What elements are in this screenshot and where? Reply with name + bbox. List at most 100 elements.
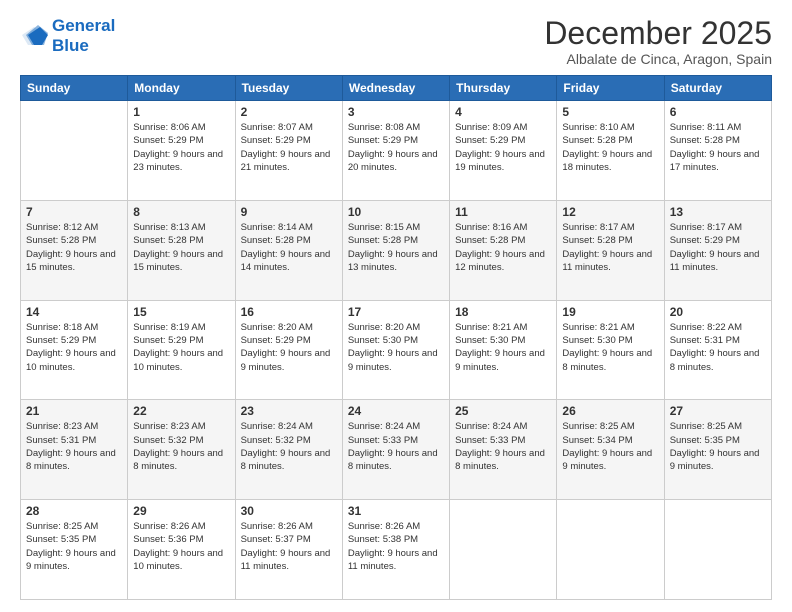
day-number: 17 [348, 305, 444, 319]
day-number: 25 [455, 404, 551, 418]
calendar-cell: 6 Sunrise: 8:11 AM Sunset: 5:28 PM Daylig… [664, 101, 771, 201]
calendar-cell [21, 101, 128, 201]
logo: General Blue [20, 16, 115, 55]
logo-text: General Blue [52, 16, 115, 55]
calendar-cell: 27Sunrise: 8:25 AM Sunset: 5:35 PM Dayli… [664, 400, 771, 500]
day-number: 9 [241, 205, 337, 219]
day-info: Sunrise: 8:24 AM Sunset: 5:33 PM Dayligh… [348, 420, 444, 473]
day-number: 14 [26, 305, 122, 319]
day-info: Sunrise: 8:10 AM Sunset: 5:28 PM Dayligh… [562, 121, 658, 174]
day-info: Sunrise: 8:21 AM Sunset: 5:30 PM Dayligh… [562, 321, 658, 374]
day-number: 26 [562, 404, 658, 418]
calendar-cell: 5Sunrise: 8:10 AM Sunset: 5:28 PM Daylig… [557, 101, 664, 201]
calendar-cell: 3 Sunrise: 8:08 AM Sunset: 5:29 PM Daylig… [342, 101, 449, 201]
day-number: 23 [241, 404, 337, 418]
day-number: 29 [133, 504, 229, 518]
calendar-cell: 20 Sunrise: 8:22 AM Sunset: 5:31 PM Dayli… [664, 300, 771, 400]
calendar-cell: 19 Sunrise: 8:21 AM Sunset: 5:30 PM Dayli… [557, 300, 664, 400]
day-info: Sunrise: 8:08 AM Sunset: 5:29 PM Dayligh… [348, 121, 444, 174]
calendar-cell: 14 Sunrise: 8:18 AM Sunset: 5:29 PM Dayli… [21, 300, 128, 400]
calendar-cell: 7 Sunrise: 8:12 AM Sunset: 5:28 PM Daylig… [21, 200, 128, 300]
calendar-cell: 25 Sunrise: 8:24 AM Sunset: 5:33 PM Dayli… [450, 400, 557, 500]
month-title: December 2025 [544, 16, 772, 51]
calendar-cell: 26 Sunrise: 8:25 AM Sunset: 5:34 PM Dayli… [557, 400, 664, 500]
calendar-cell: 4 Sunrise: 8:09 AM Sunset: 5:29 PM Daylig… [450, 101, 557, 201]
day-number: 27 [670, 404, 766, 418]
day-info: Sunrise: 8:22 AM Sunset: 5:31 PM Dayligh… [670, 321, 766, 374]
calendar-cell: 13 Sunrise: 8:17 AM Sunset: 5:29 PM Dayli… [664, 200, 771, 300]
day-number: 30 [241, 504, 337, 518]
header-sunday: Sunday [21, 76, 128, 101]
day-info: Sunrise: 8:25 AM Sunset: 5:35 PM Dayligh… [26, 520, 122, 573]
day-number: 1 [133, 105, 229, 119]
day-info: Sunrise: 8:11 AM Sunset: 5:28 PM Dayligh… [670, 121, 766, 174]
day-number: 24 [348, 404, 444, 418]
day-number: 10 [348, 205, 444, 219]
day-number: 22 [133, 404, 229, 418]
day-info: Sunrise: 8:12 AM Sunset: 5:28 PM Dayligh… [26, 221, 122, 274]
day-info: Sunrise: 8:17 AM Sunset: 5:28 PM Dayligh… [562, 221, 658, 274]
day-info: Sunrise: 8:24 AM Sunset: 5:33 PM Dayligh… [455, 420, 551, 473]
calendar-cell: 23 Sunrise: 8:24 AM Sunset: 5:32 PM Dayli… [235, 400, 342, 500]
calendar-cell: 15 Sunrise: 8:19 AM Sunset: 5:29 PM Dayli… [128, 300, 235, 400]
day-info: Sunrise: 8:20 AM Sunset: 5:29 PM Dayligh… [241, 321, 337, 374]
week-row-1: 1 Sunrise: 8:06 AM Sunset: 5:29 PM Daylig… [21, 101, 772, 201]
calendar-cell: 12Sunrise: 8:17 AM Sunset: 5:28 PM Dayli… [557, 200, 664, 300]
day-info: Sunrise: 8:23 AM Sunset: 5:31 PM Dayligh… [26, 420, 122, 473]
calendar-cell: 16 Sunrise: 8:20 AM Sunset: 5:29 PM Dayli… [235, 300, 342, 400]
calendar-cell: 31Sunrise: 8:26 AM Sunset: 5:38 PM Dayli… [342, 500, 449, 600]
day-info: Sunrise: 8:06 AM Sunset: 5:29 PM Dayligh… [133, 121, 229, 174]
header-saturday: Saturday [664, 76, 771, 101]
calendar-cell [450, 500, 557, 600]
week-row-2: 7 Sunrise: 8:12 AM Sunset: 5:28 PM Daylig… [21, 200, 772, 300]
day-info: Sunrise: 8:15 AM Sunset: 5:28 PM Dayligh… [348, 221, 444, 274]
day-number: 3 [348, 105, 444, 119]
day-info: Sunrise: 8:25 AM Sunset: 5:34 PM Dayligh… [562, 420, 658, 473]
day-number: 6 [670, 105, 766, 119]
header-wednesday: Wednesday [342, 76, 449, 101]
calendar-cell: 28 Sunrise: 8:25 AM Sunset: 5:35 PM Dayli… [21, 500, 128, 600]
day-number: 4 [455, 105, 551, 119]
day-info: Sunrise: 8:09 AM Sunset: 5:29 PM Dayligh… [455, 121, 551, 174]
calendar-table: Sunday Monday Tuesday Wednesday Thursday… [20, 75, 772, 600]
day-info: Sunrise: 8:21 AM Sunset: 5:30 PM Dayligh… [455, 321, 551, 374]
day-info: Sunrise: 8:26 AM Sunset: 5:38 PM Dayligh… [348, 520, 444, 573]
day-number: 21 [26, 404, 122, 418]
calendar-cell [664, 500, 771, 600]
header-tuesday: Tuesday [235, 76, 342, 101]
day-number: 20 [670, 305, 766, 319]
logo-icon [20, 25, 48, 47]
calendar-cell: 10 Sunrise: 8:15 AM Sunset: 5:28 PM Dayli… [342, 200, 449, 300]
calendar-cell: 11 Sunrise: 8:16 AM Sunset: 5:28 PM Dayli… [450, 200, 557, 300]
day-info: Sunrise: 8:16 AM Sunset: 5:28 PM Dayligh… [455, 221, 551, 274]
day-info: Sunrise: 8:14 AM Sunset: 5:28 PM Dayligh… [241, 221, 337, 274]
day-info: Sunrise: 8:17 AM Sunset: 5:29 PM Dayligh… [670, 221, 766, 274]
week-row-4: 21 Sunrise: 8:23 AM Sunset: 5:31 PM Dayli… [21, 400, 772, 500]
day-number: 2 [241, 105, 337, 119]
day-info: Sunrise: 8:07 AM Sunset: 5:29 PM Dayligh… [241, 121, 337, 174]
weekday-header-row: Sunday Monday Tuesday Wednesday Thursday… [21, 76, 772, 101]
day-number: 7 [26, 205, 122, 219]
day-info: Sunrise: 8:20 AM Sunset: 5:30 PM Dayligh… [348, 321, 444, 374]
calendar-cell: 30 Sunrise: 8:26 AM Sunset: 5:37 PM Dayli… [235, 500, 342, 600]
day-info: Sunrise: 8:23 AM Sunset: 5:32 PM Dayligh… [133, 420, 229, 473]
day-number: 13 [670, 205, 766, 219]
week-row-5: 28 Sunrise: 8:25 AM Sunset: 5:35 PM Dayli… [21, 500, 772, 600]
day-info: Sunrise: 8:19 AM Sunset: 5:29 PM Dayligh… [133, 321, 229, 374]
day-number: 11 [455, 205, 551, 219]
day-info: Sunrise: 8:26 AM Sunset: 5:37 PM Dayligh… [241, 520, 337, 573]
location: Albalate de Cinca, Aragon, Spain [544, 51, 772, 67]
day-number: 15 [133, 305, 229, 319]
day-info: Sunrise: 8:24 AM Sunset: 5:32 PM Dayligh… [241, 420, 337, 473]
day-number: 8 [133, 205, 229, 219]
day-info: Sunrise: 8:18 AM Sunset: 5:29 PM Dayligh… [26, 321, 122, 374]
calendar-cell: 22 Sunrise: 8:23 AM Sunset: 5:32 PM Dayli… [128, 400, 235, 500]
day-number: 16 [241, 305, 337, 319]
day-number: 19 [562, 305, 658, 319]
page: General Blue December 2025 Albalate de C… [0, 0, 792, 612]
calendar-cell: 21 Sunrise: 8:23 AM Sunset: 5:31 PM Dayli… [21, 400, 128, 500]
calendar-cell: 24 Sunrise: 8:24 AM Sunset: 5:33 PM Dayli… [342, 400, 449, 500]
calendar-cell: 17 Sunrise: 8:20 AM Sunset: 5:30 PM Dayli… [342, 300, 449, 400]
title-block: December 2025 Albalate de Cinca, Aragon,… [544, 16, 772, 67]
day-number: 28 [26, 504, 122, 518]
